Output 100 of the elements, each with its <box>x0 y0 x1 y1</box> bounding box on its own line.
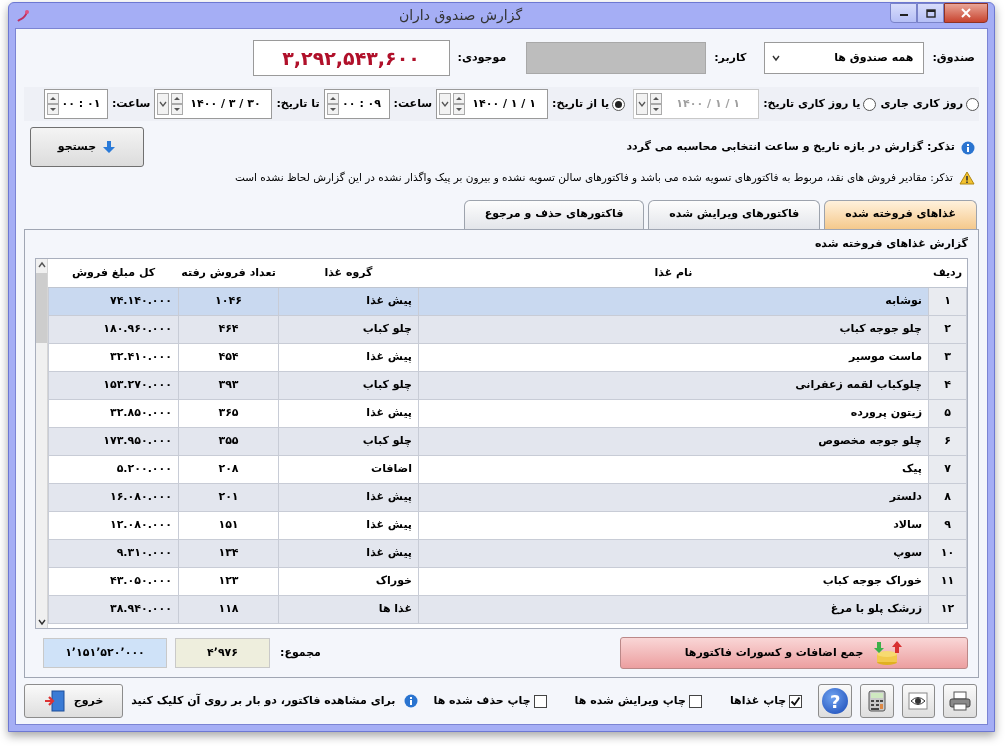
tab[interactable]: غذاهای فروخته شده <box>824 199 977 229</box>
table-cell: ۱۰۴۶ <box>178 287 279 315</box>
table-row[interactable]: ۵ زیتون پرورده پیش غذا ۳۶۵ ۳۲.۸۵۰.۰۰۰ <box>48 399 967 427</box>
table-row[interactable]: ۱ نوشابه پیش غذا ۱۰۴۶ ۷۴.۱۴۰.۰۰۰ <box>48 287 967 315</box>
to-date-label: تا تاریخ: <box>276 96 320 112</box>
table-row[interactable]: ۲ چلو جوجه کباب چلو کباب ۴۶۴ ۱۸۰.۹۶۰.۰۰۰ <box>48 315 967 343</box>
spinner-icon <box>326 93 339 116</box>
caret-icon <box>439 93 452 116</box>
date-field[interactable]: ۳۰ / ۳ / ۱۴۰۰ <box>154 89 273 120</box>
print-button[interactable] <box>943 684 977 718</box>
down-arrow-icon <box>102 140 117 155</box>
check-icon <box>790 695 802 707</box>
maximize-icon <box>925 8 936 18</box>
spinner-icon <box>46 93 59 116</box>
close-button[interactable] <box>944 3 988 23</box>
fund-dropdown[interactable]: همه صندوق ها <box>764 42 925 75</box>
table-row[interactable]: ۴ چلوکباب لقمه زعفرانی چلو کباب ۳۹۳ ۱۵۳.۲۷۰.۰۰۰ <box>48 371 967 399</box>
caret-icon <box>636 93 649 116</box>
date-field[interactable]: ۰۹ : ۰۰ <box>323 89 390 120</box>
table-cell: زیتون پرورده <box>418 399 929 427</box>
table-row[interactable]: ۷ پیک اضافات ۲۰۸ ۵.۲۰۰.۰۰۰ <box>48 455 967 483</box>
table-cell: ۳۵۵ <box>178 427 279 455</box>
minimize-button[interactable] <box>890 3 917 23</box>
table-cell: ۶ <box>928 427 967 455</box>
table-cell: سوپ <box>418 539 929 567</box>
info-icon <box>961 140 975 155</box>
radio-option[interactable]: یا از تاریخ: <box>552 96 626 113</box>
table-cell: پیش غذا <box>278 539 419 567</box>
table-cell: غذا ها <box>278 595 419 623</box>
warning-icon <box>959 170 975 185</box>
table-row[interactable]: ۱۲ زرشک پلو با مرغ غذا ها ۱۱۸ ۳۸.۹۴۰.۰۰۰ <box>48 595 967 623</box>
coins-icon <box>873 640 904 666</box>
calculator-icon <box>867 690 886 712</box>
table-cell: ۱۵۱ <box>178 511 279 539</box>
total-label: مجموع: <box>280 644 321 661</box>
table-row[interactable]: ۸ دلستر پیش غذا ۲۰۱ ۱۶.۰۸۰.۰۰۰ <box>48 483 967 511</box>
exit-button[interactable]: خروج <box>24 684 124 718</box>
table-cell: ماست موسیر <box>418 343 929 371</box>
table-cell: پیک <box>418 455 929 483</box>
table-row[interactable]: ۳ ماست موسیر پیش غذا ۴۵۴ ۳۲.۴۱۰.۰۰۰ <box>48 343 967 371</box>
table-cell: ۲۰۸ <box>178 455 279 483</box>
fund-label: صندوق: <box>932 50 975 66</box>
date-field[interactable]: ۱ / ۱ / ۱۴۰۰ <box>436 89 549 120</box>
table-cell: اضافات <box>278 455 419 483</box>
table-cell: دلستر <box>418 483 929 511</box>
spinner-icon <box>650 93 663 116</box>
search-button[interactable]: جستجو <box>30 127 144 168</box>
table-cell: چلوکباب لقمه زعفرانی <box>418 371 929 399</box>
table-row[interactable]: ۶ چلو جوجه مخصوص چلو کباب ۳۵۵ ۱۷۳.۹۵۰.۰۰۰ <box>48 427 967 455</box>
table-cell: پیش غذا <box>278 483 419 511</box>
table-cell: خوراک <box>278 567 419 595</box>
table-cell: ۱۲۳ <box>178 567 279 595</box>
hint-text: برای مشاهده فاکتور، دو بار بر روی آن کلیک کنید <box>131 692 396 709</box>
door-icon <box>43 690 66 712</box>
balance-label: موجودی: <box>457 50 507 66</box>
table-row[interactable]: ۱۱ خوراک جوجه کباب خوراک ۱۲۳ ۴۳.۰۵۰.۰۰۰ <box>48 567 967 595</box>
date-field[interactable]: ۰۱ : ۰۰ <box>43 89 108 120</box>
table-cell: پیش غذا <box>278 287 419 315</box>
totals-button[interactable]: جمع اضافات و کسورات فاکتورها <box>620 637 968 669</box>
printer-icon <box>949 691 972 711</box>
maximize-button[interactable] <box>917 3 944 23</box>
print-checkbox[interactable]: چاپ حذف شده ها <box>433 692 547 710</box>
radio-option[interactable]: روز کاری جاری <box>880 96 979 113</box>
window-title: گزارش صندوق داران <box>397 6 524 26</box>
table-cell: پیش غذا <box>278 399 419 427</box>
scrollbar[interactable] <box>36 259 48 628</box>
close-icon <box>961 8 971 18</box>
time-label: ساعت: <box>393 96 433 112</box>
tab[interactable]: فاکتورهای ویرایش شده <box>648 199 821 229</box>
table-cell: ۴۵۴ <box>178 343 279 371</box>
print-checkbox[interactable]: چاپ غذاها <box>729 692 803 710</box>
caret-icon <box>157 93 170 116</box>
table-cell: ۴۶۴ <box>178 315 279 343</box>
table-cell: ۲ <box>928 315 967 343</box>
table-cell: زرشک پلو با مرغ <box>418 595 929 623</box>
table-cell: ۱۱۸ <box>178 595 279 623</box>
note-text: تذکر: مقادیر فروش های نقد، مربوط به فاکتورهای تسویه شده می باشد و فاکتورهای سالن تسویه نشده و بیرون بر پیک واگذار نشده در این گزارش لحاظ نشده است <box>234 169 953 186</box>
table-cell: نوشابه <box>418 287 929 315</box>
table-row[interactable]: ۱۰ سوپ پیش غذا ۱۳۴ ۹.۳۱۰.۰۰۰ <box>48 539 967 567</box>
preview-button[interactable] <box>901 684 936 718</box>
table-cell: چلو کباب <box>278 427 419 455</box>
table-cell: ۳ <box>928 343 967 371</box>
table-cell: ۵ <box>928 399 967 427</box>
total-count: ۴٬۹۷۶ <box>175 638 270 668</box>
table-cell: ۸ <box>928 483 967 511</box>
table-row[interactable]: ۹ سالاد پیش غذا ۱۵۱ ۱۲.۰۸۰.۰۰۰ <box>48 511 967 539</box>
note-text: تذکر: گزارش در بازه تاریخ و ساعت انتخابی محاسبه می گردد <box>626 139 955 156</box>
table-cell: پیش غذا <box>278 511 419 539</box>
table-cell: ۱۱ <box>928 567 967 595</box>
table-cell: ۳۶۵ <box>178 399 279 427</box>
time-label: ساعت: <box>111 96 151 112</box>
table-cell: سالاد <box>418 511 929 539</box>
tab[interactable]: فاکتورهای حذف و مرجوع <box>463 199 645 229</box>
table-cell: چلو کباب <box>278 371 419 399</box>
print-checkbox[interactable]: چاپ ویرایش شده ها <box>574 692 702 710</box>
total-amount: ۱٬۱۵۱٬۵۲۰٬۰۰۰ <box>43 638 167 668</box>
scrollbar-thumb[interactable] <box>36 273 47 343</box>
info-icon <box>403 694 418 708</box>
calculator-button[interactable] <box>859 684 894 718</box>
table-cell: ۳۹۳ <box>178 371 279 399</box>
